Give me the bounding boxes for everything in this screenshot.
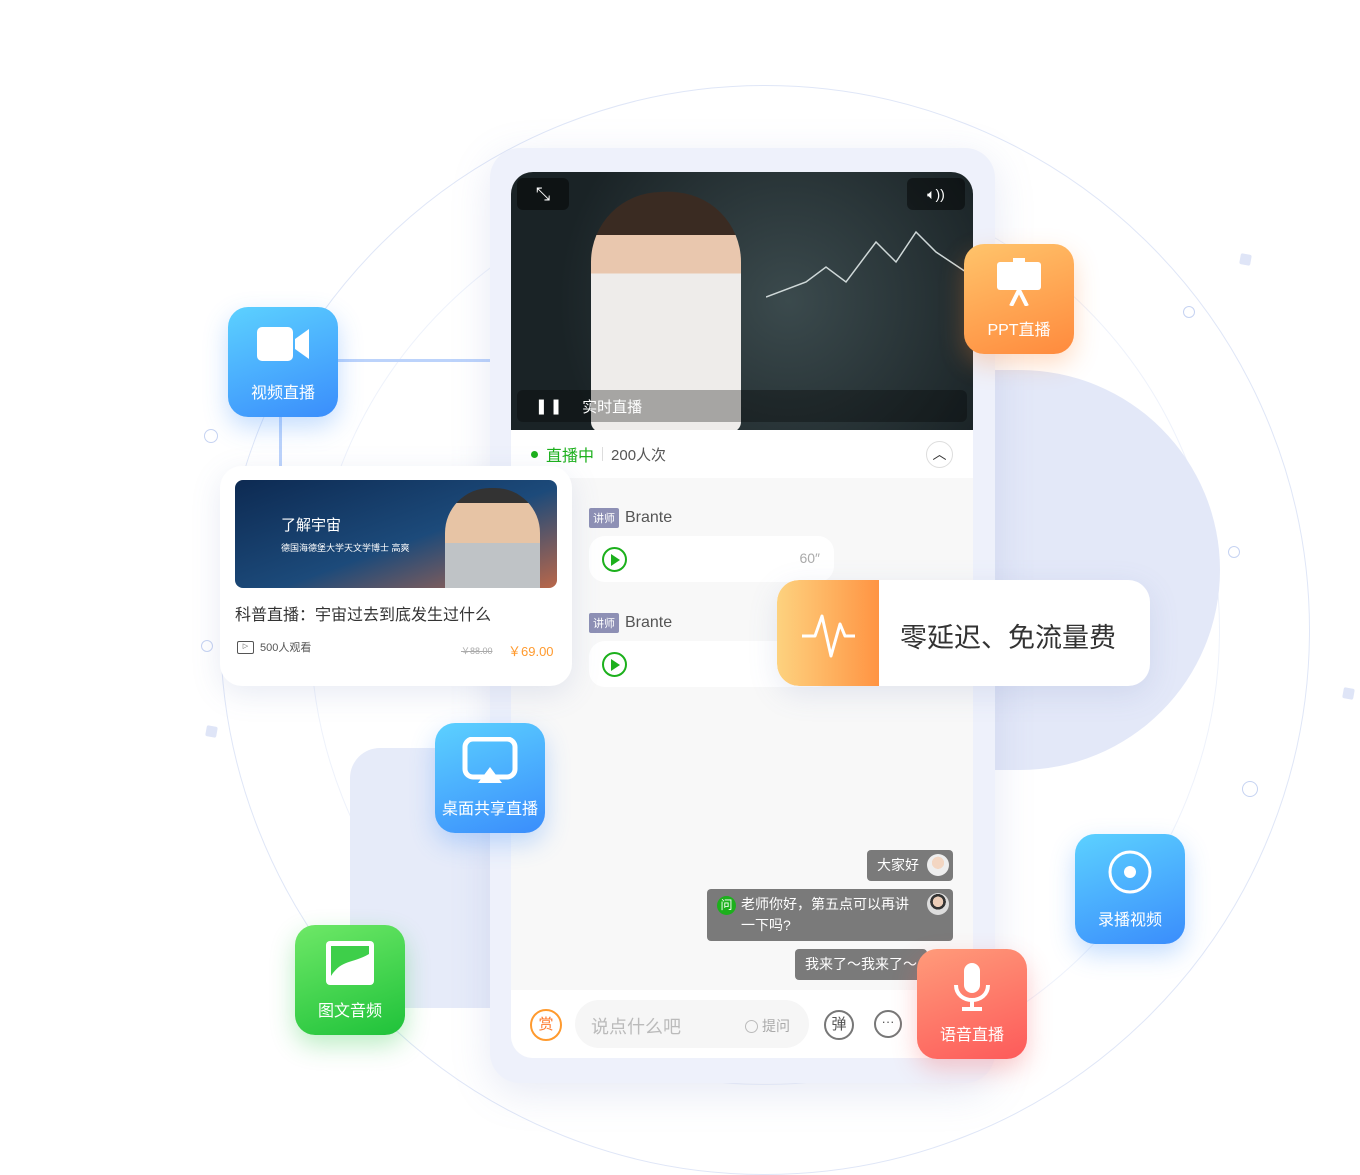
screen-share-icon (462, 737, 518, 783)
chat-placeholder: 说点什么吧 (591, 1017, 681, 1037)
presentation-board-icon (997, 258, 1041, 306)
banner-title: 了解宇宙 (281, 517, 342, 534)
course-views: ▷ 500人观看 (237, 639, 311, 655)
desktop-share-tile[interactable]: 桌面共享直播 (435, 723, 545, 833)
video-player[interactable]: ⤡ 🔈︎)) ❚❚ 实时直播 (511, 172, 973, 432)
viewer-count: 200人次 (611, 446, 667, 464)
decor-dot (1228, 546, 1240, 558)
volume-icon[interactable]: 🔈︎)) (907, 178, 965, 210)
teacher-name: Brante (625, 614, 673, 631)
teacher-label: 讲师 Brante (589, 613, 672, 633)
tv-icon: ▷ (237, 640, 254, 654)
input-bar: 赏 说点什么吧 提问 弹 ··· (511, 990, 973, 1058)
course-title: 科普直播：宇宙过去到底发生过什么 (235, 607, 492, 624)
feature-text: 零延迟、免流量费 (900, 623, 1116, 653)
decor-dot (201, 640, 213, 652)
course-price: ￥69.00 (508, 644, 554, 659)
video-live-tile[interactable]: 视频直播 (228, 307, 338, 417)
teacher-label: 讲师 Brante (589, 508, 672, 528)
video-camera-icon (257, 327, 309, 361)
lecturer-photo (445, 488, 540, 588)
ppt-live-tile[interactable]: PPT直播 (964, 244, 1074, 354)
course-banner: 了解宇宙 德国海德堡大学天文学博士 高爽 (235, 480, 557, 588)
teacher-name: Brante (625, 509, 673, 526)
fullscreen-icon[interactable]: ⤡ (517, 178, 569, 210)
voice-duration: 60″ (799, 550, 820, 566)
pulse-icon (777, 580, 879, 686)
feature-card: 零延迟、免流量费 (777, 580, 1150, 686)
decor-dot (204, 429, 218, 443)
recorded-video-tile[interactable]: 录播视频 (1075, 834, 1185, 944)
reward-button[interactable]: 赏 (530, 1009, 562, 1041)
decor-square (1239, 253, 1252, 266)
live-dot-icon (531, 450, 538, 458)
live-status-bar: 直播中 200人次 ︿ (511, 430, 973, 478)
chat-message: 问 老师你好，第五点可以再讲一下吗? (707, 889, 953, 941)
decor-square (1342, 687, 1355, 700)
question-badge: 问 (717, 896, 736, 915)
microphone-icon (954, 963, 990, 1011)
voice-live-tile[interactable]: 语音直播 (917, 949, 1027, 1059)
teacher-tag: 讲师 (589, 613, 619, 633)
image-icon (326, 941, 374, 985)
avatar (927, 893, 949, 915)
image-audio-tile[interactable]: 图文音频 (295, 925, 405, 1035)
live-control-bar: ❚❚ 实时直播 (517, 390, 967, 422)
live-label: 实时直播 (582, 398, 643, 416)
play-icon[interactable] (602, 547, 627, 572)
connector-line (338, 359, 498, 362)
teacher-tag: 讲师 (589, 508, 619, 528)
banner-subtitle: 德国海德堡大学天文学博士 高爽 (281, 543, 410, 553)
danmu-button[interactable]: 弹 (824, 1010, 854, 1040)
play-icon[interactable] (602, 652, 627, 677)
voice-message[interactable]: 60″ (589, 536, 834, 582)
chat-message: 大家好 (867, 850, 953, 881)
course-card[interactable]: 了解宇宙 德国海德堡大学天文学博士 高爽 科普直播：宇宙过去到底发生过什么 ▷ 5… (220, 466, 572, 686)
chat-message: 我来了～我来了～ (795, 949, 927, 980)
live-status: 直播中 (546, 448, 595, 465)
more-chat-icon[interactable]: ··· (874, 1010, 902, 1038)
record-icon (1108, 850, 1152, 894)
connector-line (279, 417, 282, 467)
decor-dot (1242, 781, 1258, 797)
pause-icon[interactable]: ❚❚ (535, 397, 564, 415)
chat-input[interactable]: 说点什么吧 提问 (575, 1000, 809, 1048)
decor-dot (1183, 306, 1195, 318)
original-price: ￥88.00 (461, 646, 493, 656)
avatar (927, 854, 949, 876)
collapse-chevron-up-icon[interactable]: ︿ (926, 440, 953, 468)
decor-square (205, 725, 218, 738)
ask-question-toggle[interactable]: 提问 (745, 1016, 790, 1036)
